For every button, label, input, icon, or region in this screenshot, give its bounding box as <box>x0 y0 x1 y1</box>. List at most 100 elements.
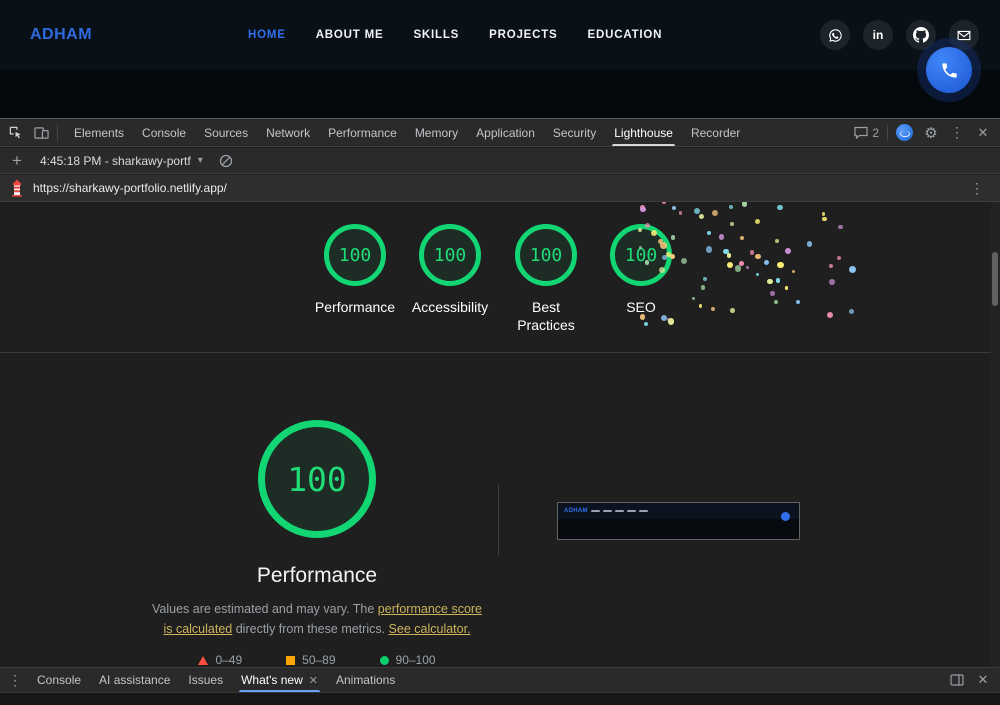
score-best-practices: 100 Best Practices <box>491 224 601 334</box>
thumbnail-fab <box>781 512 790 521</box>
confetti-dot <box>726 253 732 258</box>
confetti-dot <box>750 250 755 255</box>
confetti-dot <box>727 261 734 268</box>
drawer-tab-ai-assistance[interactable]: AI assistance <box>90 668 179 692</box>
confetti-dot <box>829 279 836 286</box>
confetti-dot <box>785 248 791 254</box>
tab-security[interactable]: Security <box>544 119 605 146</box>
report-selector[interactable]: 4:45:18 PM - sharkawy-portf ▾ <box>30 148 213 173</box>
confetti-dot <box>728 205 733 210</box>
drawer-tab-issues[interactable]: Issues <box>179 668 232 692</box>
thumbnail-nav-item <box>614 510 624 512</box>
drawer-tab-animations[interactable]: Animations <box>327 668 404 692</box>
tab-memory[interactable]: Memory <box>406 119 467 146</box>
score-value: 100 <box>624 244 658 266</box>
new-report-button[interactable]: + <box>4 148 30 174</box>
page-content-strip <box>0 70 1000 118</box>
see-calculator-link[interactable]: See calculator. <box>389 622 471 636</box>
legend-average: 50–89 <box>286 653 336 667</box>
confetti-dot <box>667 317 671 322</box>
nav-item-skills[interactable]: SKILLS <box>413 29 459 41</box>
metric-description: Values are estimated and may vary. The p… <box>147 599 487 639</box>
confetti-dot <box>755 253 761 259</box>
confetti-dot <box>734 265 742 272</box>
confetti-dot <box>739 260 745 266</box>
drawer-tab-label: What's new <box>241 673 303 687</box>
inspect-element-icon[interactable] <box>2 120 28 146</box>
nav-item-projects[interactable]: PROJECTS <box>489 29 557 41</box>
confetti-dot <box>774 300 779 304</box>
legend-range: 0–49 <box>215 653 243 667</box>
confetti-dot <box>640 206 646 213</box>
accessibility-score-gauge[interactable]: 100 <box>419 224 481 286</box>
message-bubble-icon <box>854 126 868 139</box>
drawer-menu-icon[interactable]: ⋮ <box>2 667 28 693</box>
confetti-dot <box>667 318 675 325</box>
settings-gear-icon[interactable]: ⚙ <box>918 120 944 146</box>
devtools-close-icon[interactable]: ✕ <box>970 120 996 146</box>
tab-console[interactable]: Console <box>133 119 195 146</box>
confetti-dot <box>849 309 855 315</box>
confetti-dot <box>770 291 775 296</box>
confetti-dot <box>707 230 712 235</box>
site-logo[interactable]: ADHAM <box>30 26 92 44</box>
github-icon <box>913 27 929 43</box>
scrollbar <box>991 202 1000 667</box>
thumbnail-nav-item <box>626 510 636 512</box>
report-label: 4:45:18 PM - sharkawy-portf <box>40 153 191 168</box>
performance-score-gauge[interactable]: 100 <box>324 224 386 286</box>
tab-sources[interactable]: Sources <box>195 119 257 146</box>
best-practices-score-gauge[interactable]: 100 <box>515 224 577 286</box>
devtools-menu-icon[interactable]: ⋮ <box>944 120 970 146</box>
dock-panel-icon[interactable] <box>944 667 970 693</box>
linkedin-button[interactable]: in <box>863 20 893 50</box>
confetti-dot <box>698 304 703 308</box>
scrollbar-thumb[interactable] <box>992 252 998 306</box>
confetti-dot <box>775 239 779 243</box>
column-divider <box>498 484 499 556</box>
devtools-drawer: ⋮ Console AI assistance Issues What's ne… <box>0 667 1000 693</box>
close-tab-icon[interactable]: ✕ <box>309 674 318 687</box>
section-divider <box>0 352 1000 353</box>
nav-item-education[interactable]: EDUCATION <box>588 29 663 41</box>
whatsapp-button[interactable] <box>820 20 850 50</box>
confetti-dot <box>822 217 827 222</box>
call-fab-button[interactable] <box>926 47 972 93</box>
report-url: https://sharkawy-portfolio.netlify.app/ <box>33 181 227 195</box>
desc-text: directly from these metrics. <box>232 622 389 636</box>
device-toolbar-icon[interactable] <box>28 120 54 146</box>
score-legend: 0–49 50–89 90–100 <box>147 653 487 667</box>
drawer-tab-whats-new[interactable]: What's new ✕ <box>232 668 327 692</box>
github-button[interactable] <box>906 20 936 50</box>
seo-score-gauge[interactable]: 100 <box>610 224 672 286</box>
tab-application[interactable]: Application <box>467 119 544 146</box>
confetti-dot <box>730 222 735 227</box>
clear-reports-icon[interactable] <box>213 148 239 174</box>
email-button[interactable] <box>949 20 979 50</box>
lighthouse-report: 100 Performance 100 Accessibility 100 Be… <box>0 202 1000 667</box>
extension-icon[interactable] <box>896 124 913 141</box>
score-accessibility: 100 Accessibility <box>395 224 505 316</box>
nav-item-about-me[interactable]: ABOUT ME <box>316 29 384 41</box>
tab-network[interactable]: Network <box>257 119 319 146</box>
tab-elements[interactable]: Elements <box>65 119 133 146</box>
score-label: SEO <box>626 299 656 315</box>
confetti-dot <box>838 224 843 229</box>
thumbnail-nav-item <box>590 510 600 512</box>
confetti-dot <box>754 218 761 225</box>
drawer-tab-console[interactable]: Console <box>28 668 90 692</box>
legend-pass: 90–100 <box>379 653 436 667</box>
drawer-close-icon[interactable]: ✕ <box>970 667 996 693</box>
tab-lighthouse[interactable]: Lighthouse <box>605 119 682 146</box>
confetti-dot <box>828 264 833 268</box>
score-value: 100 <box>338 244 372 266</box>
performance-detail: 100 Performance Values are estimated and… <box>147 420 487 667</box>
confetti-dot <box>775 277 781 283</box>
report-menu-icon[interactable]: ⋮ <box>964 175 990 201</box>
tab-performance[interactable]: Performance <box>319 119 406 146</box>
tab-recorder[interactable]: Recorder <box>682 119 749 146</box>
console-messages-button[interactable]: 2 <box>849 126 884 140</box>
whatsapp-icon <box>828 28 843 43</box>
nav-item-home[interactable]: HOME <box>248 29 286 41</box>
thumbnail-navbar: ADHAM <box>558 503 799 519</box>
